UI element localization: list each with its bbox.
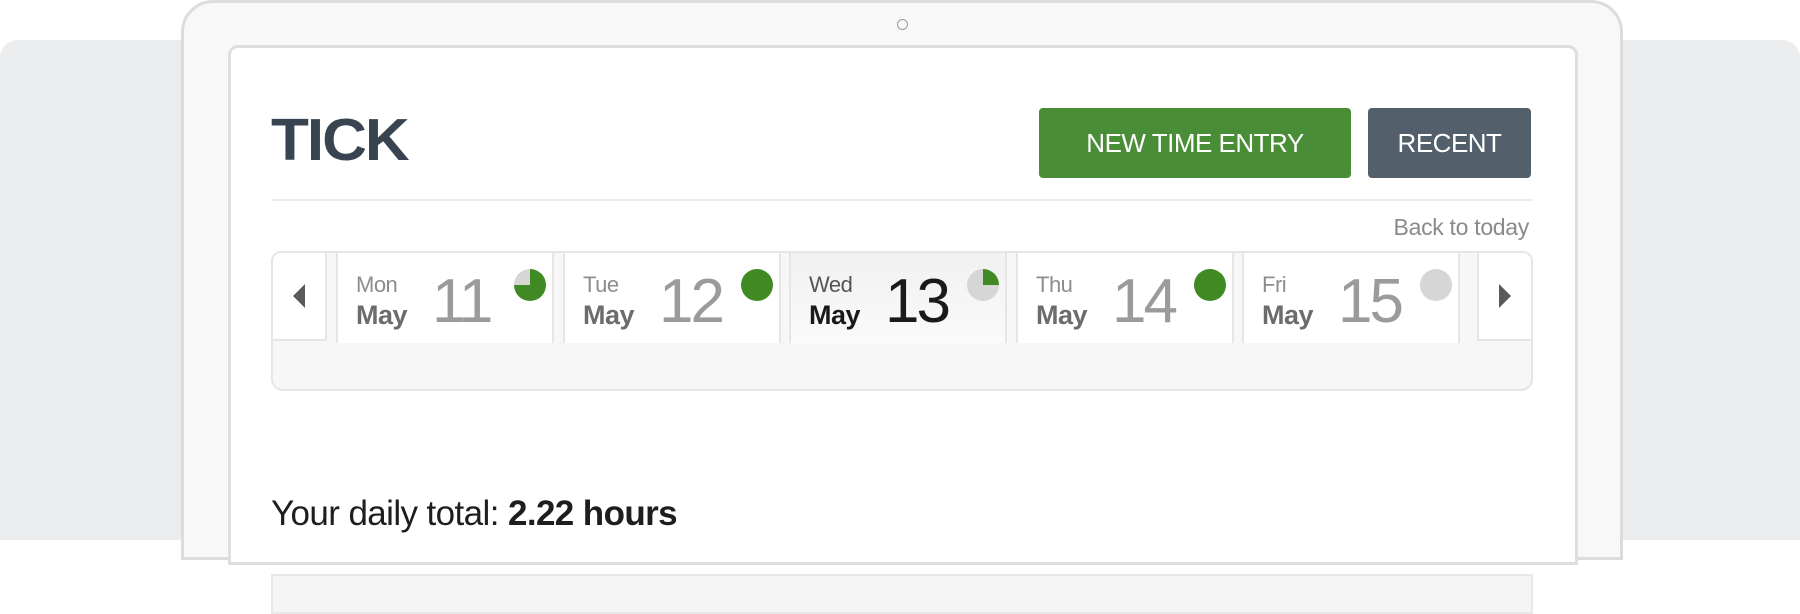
day-tab-fri[interactable]: Fri May 15	[1242, 251, 1460, 343]
day-number: 14	[1112, 267, 1178, 336]
daily-total-label: Your daily total:	[271, 494, 499, 533]
day-month: May	[583, 300, 635, 330]
daily-total: Your daily total: 2.22 hours	[271, 494, 678, 534]
day-of-week: Fri	[1262, 272, 1287, 297]
daily-total-value: 2.22 hours	[507, 494, 678, 533]
triangle-left-icon	[293, 284, 305, 308]
progress-pie-icon	[967, 269, 999, 301]
day-tab-thu[interactable]: Thu May 14	[1016, 251, 1234, 343]
day-number: 13	[885, 267, 951, 336]
day-tab-wed[interactable]: Wed May 13	[789, 251, 1007, 343]
day-of-week: Tue	[583, 272, 619, 297]
day-month: May	[809, 300, 861, 330]
app-logo: TICK	[271, 107, 410, 174]
entries-panel	[271, 574, 1533, 614]
day-month: May	[1036, 300, 1088, 330]
day-tab-mon[interactable]: Mon May 11	[336, 251, 554, 343]
previous-week-button[interactable]	[271, 251, 327, 341]
day-tab-tue[interactable]: Tue May 12	[563, 251, 781, 343]
day-of-week: Thu	[1036, 272, 1073, 297]
back-to-today-link[interactable]: Back to today	[1394, 214, 1530, 241]
next-week-button[interactable]	[1477, 251, 1533, 341]
progress-pie-icon	[1420, 269, 1452, 301]
progress-pie-icon	[1194, 269, 1226, 301]
day-number: 11	[432, 267, 493, 336]
new-time-entry-button[interactable]: NEW TIME ENTRY	[1039, 108, 1351, 178]
header-divider	[271, 199, 1533, 201]
day-month: May	[1262, 300, 1314, 330]
app-screen: TICK NEW TIME ENTRY RECENT Back to today…	[228, 45, 1578, 614]
triangle-right-icon	[1499, 284, 1511, 308]
day-number: 15	[1338, 267, 1404, 336]
progress-pie-icon	[514, 269, 546, 301]
day-number: 12	[659, 267, 725, 336]
day-of-week: Mon	[356, 272, 398, 297]
progress-pie-icon	[741, 269, 773, 301]
recent-button[interactable]: RECENT	[1368, 108, 1531, 178]
day-month: May	[356, 300, 408, 330]
laptop-frame: TICK NEW TIME ENTRY RECENT Back to today…	[181, 0, 1623, 614]
day-of-week: Wed	[809, 272, 853, 297]
camera-dot	[897, 19, 908, 30]
